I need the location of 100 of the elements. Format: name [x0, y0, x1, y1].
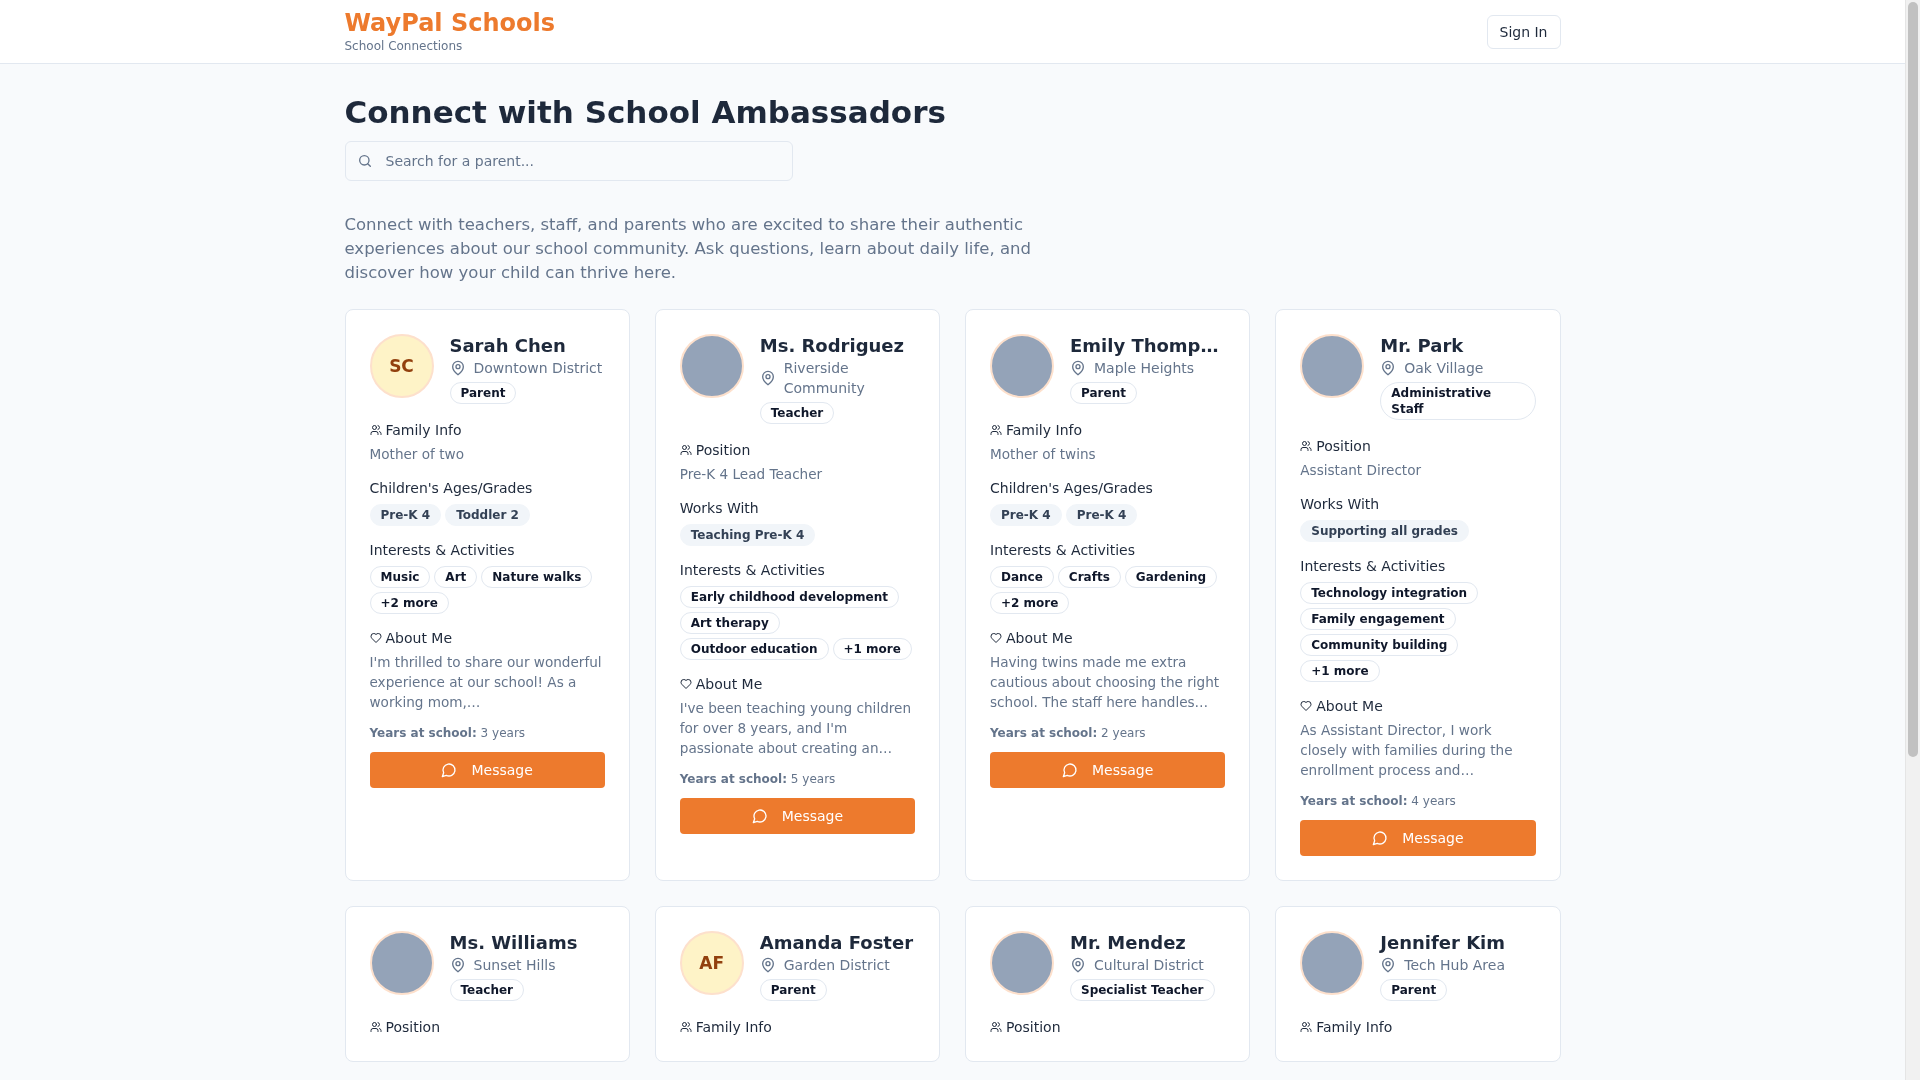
- person-name: Ms. Rodriguez: [759, 334, 905, 359]
- section-value: Assistant Director: [1300, 461, 1423, 481]
- tag: Pre-K 4: [369, 504, 442, 527]
- person-name: Jennifer Kim: [1380, 931, 1505, 956]
- location-pin-icon: [1070, 360, 1086, 377]
- tag: Supporting all grades: [1300, 520, 1469, 543]
- section-value: Pre-K 4 Lead Teacher: [679, 465, 824, 485]
- search-icon: [356, 153, 373, 170]
- people-icon: [1300, 1021, 1313, 1034]
- location-pin-icon: [1070, 957, 1086, 974]
- section-label: Interests & Activities: [1300, 557, 1447, 577]
- section-label: Works With: [679, 499, 760, 519]
- location-pin-icon: [449, 957, 466, 974]
- about-text: I'm thrilled to share our wonderful experience at our school! As a working mom,…: [369, 653, 603, 713]
- avatar: SC: [369, 334, 434, 399]
- page-title: Connect with School Ambassadors: [344, 94, 947, 132]
- people-icon: [990, 424, 1002, 437]
- avatar: AF: [679, 931, 744, 996]
- tag: +2 more: [369, 592, 449, 615]
- message-button[interactable]: Message: [990, 752, 1226, 789]
- role-badge: Parent: [449, 382, 517, 405]
- tag: Music: [369, 566, 431, 589]
- role-badge: Teacher: [759, 402, 835, 425]
- people-icon: [369, 1021, 382, 1034]
- section-label: Works With: [1300, 495, 1381, 515]
- section-label: About Me: [1006, 629, 1073, 649]
- tag: Community building: [1300, 634, 1459, 657]
- role-badge: Parent: [1070, 382, 1137, 405]
- section-label: Family Info: [695, 1018, 772, 1038]
- tag: Art: [434, 566, 478, 589]
- section-label: Family Info: [385, 421, 462, 441]
- section-label: Position: [695, 441, 751, 461]
- years-text: Years at school: 4 years: [1300, 794, 1457, 809]
- location-pin-icon: [759, 370, 776, 387]
- section-label: Family Info: [1006, 421, 1082, 441]
- section-label: Children's Ages/Grades: [369, 479, 534, 499]
- about-text: As Assistant Director, I work closely with families during the enrollment process and…: [1300, 721, 1514, 781]
- person-name: Emily Thomp…: [1070, 334, 1219, 359]
- people-icon: [679, 1021, 692, 1034]
- tag: Toddler 2: [445, 504, 530, 527]
- heart-icon: [1300, 700, 1313, 713]
- tag: Dance: [990, 566, 1054, 589]
- section-label: Children's Ages/Grades: [990, 479, 1154, 499]
- search-field[interactable]: Search for a parent...: [344, 141, 793, 182]
- role-badge: Specialist Teacher: [1070, 979, 1215, 1002]
- tag: Nature walks: [481, 566, 593, 589]
- message-button[interactable]: Message: [679, 798, 915, 835]
- person-name: Amanda Foster: [759, 931, 914, 956]
- tag: Gardening: [1124, 566, 1218, 589]
- people-icon: [679, 444, 692, 457]
- person-name: Sarah Chen: [449, 334, 566, 359]
- section-label: Position: [385, 1018, 440, 1038]
- section-label: Interests & Activities: [369, 541, 516, 561]
- location-pin-icon: [759, 957, 776, 974]
- sign-in-button[interactable]: Sign In: [1486, 14, 1561, 49]
- tag: +2 more: [990, 592, 1070, 615]
- intro-text: Connect with teachers, staff, and parents who are excited to share their authentic experiences about our school community. Ask questions, learn about daily life, and discover how your child can thrive here.: [344, 214, 1032, 285]
- location-text: Maple Heights: [1094, 359, 1195, 379]
- heart-icon: [369, 632, 382, 645]
- location-pin-icon: [1380, 360, 1397, 377]
- tag: Family engagement: [1300, 608, 1456, 631]
- tag: Pre-K 4: [990, 504, 1062, 527]
- people-icon: [369, 424, 382, 437]
- chat-bubble-icon: [441, 762, 458, 779]
- message-button[interactable]: Message: [1300, 820, 1536, 857]
- heart-icon: [679, 678, 692, 691]
- brand-title[interactable]: WayPal Schools: [344, 9, 556, 37]
- heart-icon: [990, 632, 1002, 645]
- location-text: Riverside Community: [783, 359, 866, 399]
- role-badge: Teacher: [449, 979, 525, 1002]
- tag: Art therapy: [679, 612, 780, 635]
- tag: +1 more: [1300, 660, 1380, 683]
- message-button[interactable]: Message: [369, 752, 605, 789]
- location-text: Sunset Hills: [473, 956, 556, 976]
- section-label: Interests & Activities: [990, 541, 1136, 561]
- brand-tagline: School Connections: [344, 39, 464, 54]
- people-icon: [990, 1021, 1002, 1034]
- section-label: About Me: [385, 629, 453, 649]
- years-text: Years at school: 3 years: [369, 726, 527, 741]
- role-badge: Parent: [1380, 979, 1448, 1002]
- tag: Outdoor education: [679, 638, 829, 661]
- people-icon: [1300, 440, 1313, 453]
- person-name: Mr. Mendez: [1070, 931, 1186, 956]
- section-label: Interests & Activities: [679, 561, 826, 581]
- tag: Crafts: [1057, 566, 1121, 589]
- section-label: Position: [1316, 437, 1371, 457]
- chat-bubble-icon: [1061, 762, 1078, 779]
- tag: Technology integration: [1300, 582, 1479, 605]
- tag: Early childhood development: [679, 586, 899, 609]
- section-label: Position: [1006, 1018, 1061, 1038]
- location-pin-icon: [1380, 957, 1397, 974]
- section-value: Mother of two: [369, 445, 465, 465]
- location-text: Cultural District: [1094, 956, 1204, 976]
- section-label: Family Info: [1316, 1018, 1393, 1038]
- years-text: Years at school: 2 years: [990, 726, 1147, 741]
- section-label: About Me: [695, 675, 763, 695]
- section-value: Mother of twins: [990, 445, 1097, 465]
- location-text: Garden District: [783, 956, 890, 976]
- person-name: Ms. Williams: [449, 931, 578, 956]
- years-text: Years at school: 5 years: [679, 772, 837, 787]
